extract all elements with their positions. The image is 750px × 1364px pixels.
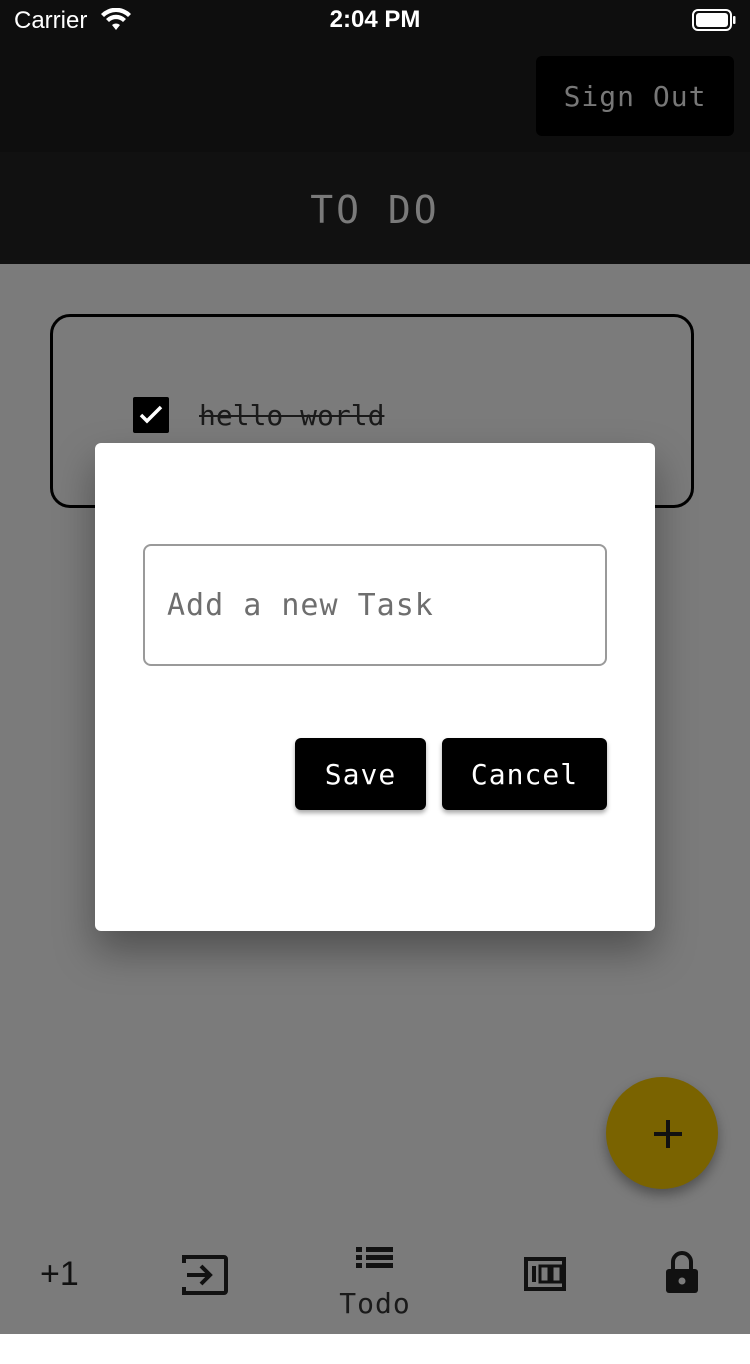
input-icon — [182, 1255, 228, 1295]
battery-icon — [692, 9, 736, 31]
clock: 2:04 PM — [329, 6, 421, 33]
nav-todo[interactable]: Todo — [325, 1225, 425, 1334]
add-task-dialog: Save Cancel — [95, 443, 655, 931]
app-bar: Sign Out TO DO — [0, 40, 750, 264]
nav-todo-label: Todo — [339, 1287, 411, 1320]
nav-counter[interactable] — [520, 1225, 570, 1334]
bottom-nav: +1 Todo — [0, 1225, 750, 1334]
page-title: TO DO — [310, 188, 440, 232]
cancel-button[interactable]: Cancel — [442, 738, 607, 810]
list-icon — [356, 1247, 393, 1268]
nav-plus-one[interactable]: +1 — [40, 1255, 100, 1364]
plus-one-icon: +1 — [40, 1255, 79, 1293]
add-task-fab[interactable] — [606, 1077, 718, 1189]
task-checkbox[interactable] — [133, 397, 169, 433]
status-bar: Carrier 2:04 PM — [0, 0, 750, 40]
nav-lock[interactable] — [660, 1225, 704, 1334]
task-label: hello world — [199, 399, 385, 432]
counter-icon — [524, 1257, 566, 1291]
new-task-input[interactable] — [143, 544, 607, 666]
save-button[interactable]: Save — [295, 738, 426, 810]
nav-input[interactable] — [175, 1225, 235, 1334]
lock-icon — [666, 1251, 698, 1293]
checkmark-icon — [139, 405, 163, 424]
plus-icon — [654, 1120, 682, 1148]
sign-out-button[interactable]: Sign Out — [536, 56, 734, 136]
